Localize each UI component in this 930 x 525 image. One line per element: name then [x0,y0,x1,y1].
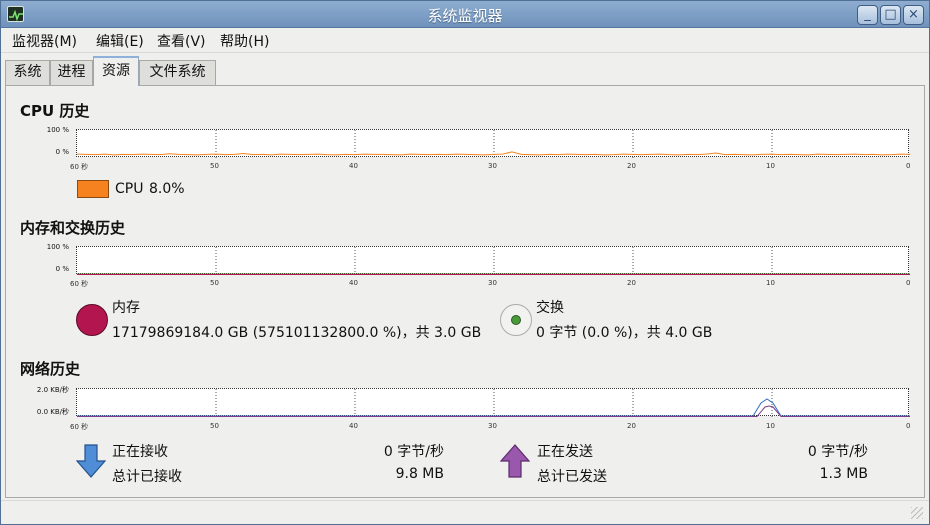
cpu-y-max: 100 % [46,126,69,134]
network-x-tick: 10 [766,422,775,430]
network-graph [76,388,910,417]
tab-file-systems[interactable]: 文件系统 [139,60,216,85]
status-bar [1,500,929,524]
memory-x-tick: 60 秒 [70,280,89,288]
network-history-title: 网络历史 [20,360,81,378]
network-x-tick: 0 [906,422,911,430]
memory-x-tick: 0 [906,279,911,287]
menu-view[interactable]: 查看(V) [157,31,206,51]
cpu-x-tick: 40 [349,162,358,170]
tab-system[interactable]: 系统 [5,60,50,85]
total-received-value: 9.8 MB [395,466,444,482]
network-x-tick: 60 秒 [70,423,89,431]
network-y-min: 0.0 KB/秒 [36,408,69,416]
sending-label: 正在发送 [537,444,593,460]
total-received-label: 总计已接收 [112,469,182,485]
cpu-x-tick: 60 秒 [70,163,89,171]
tab-processes[interactable]: 进程 [50,60,93,85]
total-sent-value: 1.3 MB [819,466,868,482]
memory-x-axis: 60 秒 50 40 30 20 10 0 [70,279,911,291]
close-button[interactable]: × [903,5,924,25]
memory-x-tick: 20 [627,279,636,287]
network-x-tick: 20 [627,422,636,430]
cpu-x-tick: 20 [627,162,636,170]
cpu-x-tick: 0 [906,162,911,170]
network-x-tick: 30 [488,422,497,430]
cpu-x-tick: 10 [766,162,775,170]
memory-x-tick: 40 [349,279,358,287]
resize-grip[interactable] [911,507,923,519]
menu-help[interactable]: 帮助(H) [220,31,269,51]
receiving-rate: 0 字节/秒 [383,444,444,460]
maximize-button[interactable]: □ [880,5,901,25]
cpu-color-swatch[interactable] [77,180,109,198]
memory-x-tick: 30 [488,279,497,287]
cpu-series-line [77,151,910,156]
cpu-x-tick: 50 [210,162,219,170]
swap-label: 交换 [536,300,564,316]
minimize-button[interactable]: _ [857,5,878,25]
memory-y-min: 0 % [55,265,69,273]
memory-x-tick: 10 [766,279,775,287]
tab-bar: 系统 进程 资源 文件系统 [5,56,905,86]
memory-history-title: 内存和交换历史 [20,219,126,237]
network-x-tick: 40 [349,422,358,430]
cpu-graph [76,129,910,158]
cpu-y-min: 0 % [55,148,69,156]
system-monitor-window: 系统监视器 _ □ × 监视器(M) 编辑(E) 查看(V) 帮助(H) 系统 … [0,0,930,525]
memory-x-tick: 50 [210,279,219,287]
memory-pie-icon[interactable] [76,304,108,336]
cpu-history-title: CPU 历史 [20,102,90,120]
swap-value: 0 字节 (0.0 %)，共 4.0 GB [536,325,713,341]
receiving-label: 正在接收 [112,444,168,460]
cpu-x-axis: 60 秒 50 40 30 20 10 0 [70,162,911,174]
resources-panel: CPU 历史 100 % 0 % 60 秒 50 40 30 20 10 0 C… [5,85,925,498]
menu-monitor[interactable]: 监视器(M) [12,31,77,51]
sending-rate: 0 字节/秒 [807,444,868,460]
menu-bar: 监视器(M) 编辑(E) 查看(V) 帮助(H) [1,28,929,53]
swap-pie-icon[interactable] [500,304,532,336]
network-x-axis: 60 秒 50 40 30 20 10 0 [70,422,911,434]
memory-y-max: 100 % [46,243,69,251]
menu-edit[interactable]: 编辑(E) [96,31,144,51]
window-title: 系统监视器 [427,7,503,25]
download-arrow-icon[interactable] [75,444,107,478]
title-bar[interactable]: 系统监视器 _ □ × [1,1,929,28]
cpu-x-tick: 30 [488,162,497,170]
memory-value: 17179869184.0 GB (575101132800.0 %)，共 3.… [112,325,482,341]
tab-resources[interactable]: 资源 [93,56,139,86]
upload-arrow-icon[interactable] [499,444,531,478]
cpu-legend-value: 8.0% [149,181,185,197]
memory-label: 内存 [112,300,140,316]
memory-graph [76,246,910,275]
cpu-legend-label: CPU [115,181,144,197]
network-y-max: 2.0 KB/秒 [36,386,69,394]
network-x-tick: 50 [210,422,219,430]
total-sent-label: 总计已发送 [537,469,607,485]
swap-pie-fill [511,315,521,325]
